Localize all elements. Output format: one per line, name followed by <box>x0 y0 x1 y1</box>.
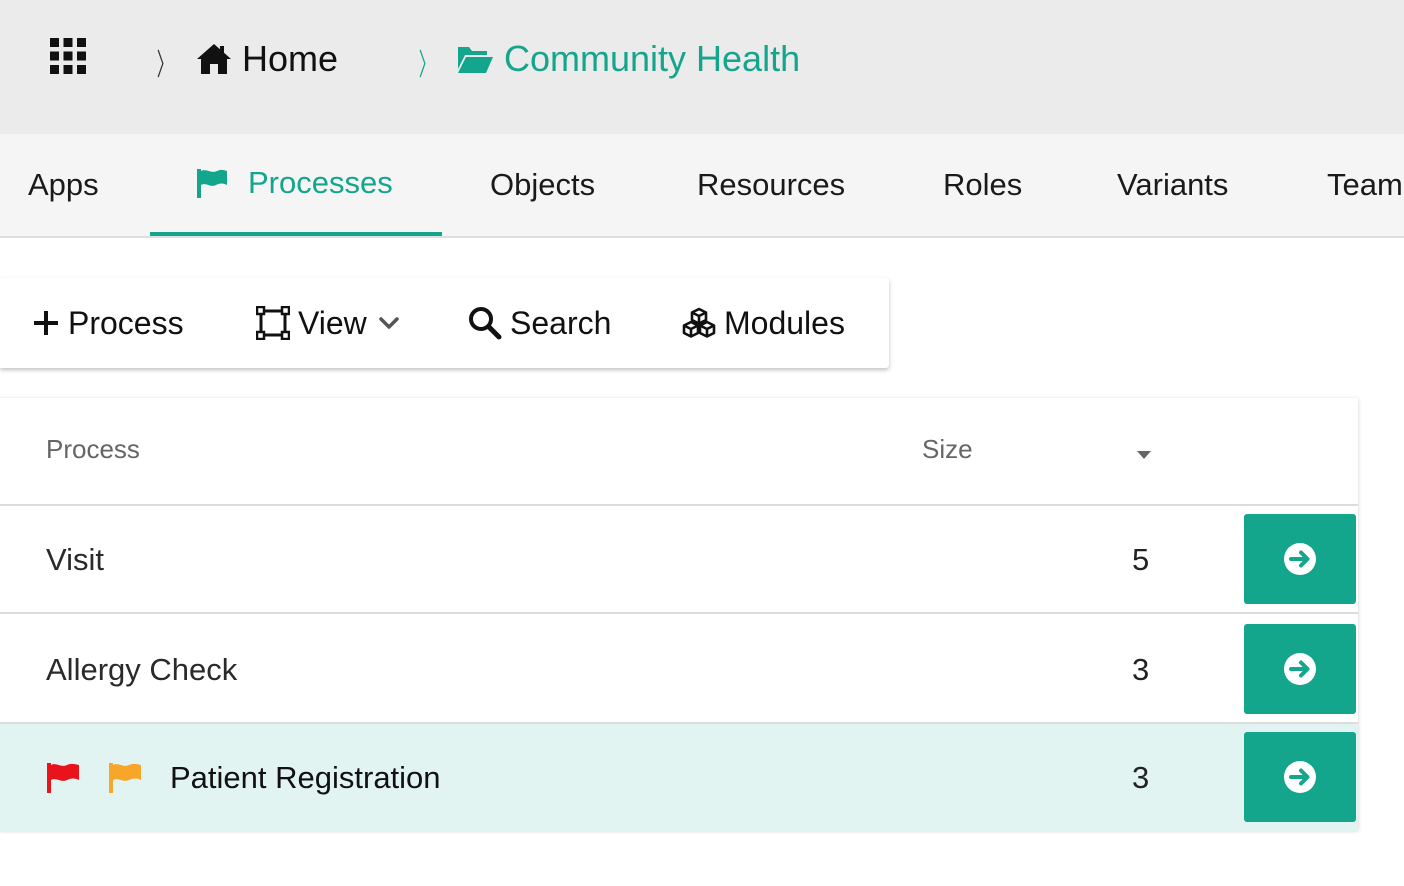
arrow-circle-right-icon <box>1284 761 1316 793</box>
view-dropdown-button[interactable]: View <box>256 278 407 368</box>
tab-team[interactable]: Team <box>1327 134 1404 236</box>
view-label: View <box>298 304 367 341</box>
cubes-icon <box>682 307 716 338</box>
open-process-button[interactable] <box>1244 624 1356 714</box>
column-header-process[interactable]: Process <box>46 434 140 465</box>
top-bar: 〉 Home 〉 Community Health <box>0 0 1404 134</box>
tab-roles[interactable]: Roles <box>943 134 1022 236</box>
open-process-button[interactable] <box>1244 732 1356 822</box>
tab-label: Processes <box>248 165 393 200</box>
process-name: Allergy Check <box>46 652 238 687</box>
breadcrumb-home-label: Home <box>242 38 339 79</box>
process-toolbar: Process View Search Modules <box>0 278 889 368</box>
breadcrumb-home[interactable]: Home <box>196 36 338 82</box>
apps-grid-icon[interactable] <box>50 38 86 74</box>
breadcrumb-current-label: Community Health <box>504 38 801 79</box>
process-size: 5 <box>1132 542 1150 577</box>
process-name-cell: Patient Registration <box>46 724 441 832</box>
expand-icon <box>256 306 290 340</box>
plus-icon <box>34 311 58 335</box>
open-process-button[interactable] <box>1244 514 1356 604</box>
flag-icon <box>197 169 227 198</box>
tab-apps[interactable]: Apps <box>28 134 99 236</box>
tab-resources[interactable]: Resources <box>697 134 845 236</box>
chevron-down-icon <box>379 317 399 329</box>
tab-label: Objects <box>490 167 596 202</box>
process-size: 3 <box>1132 652 1150 687</box>
tab-objects[interactable]: Objects <box>490 134 595 236</box>
table-row[interactable]: Patient Registration 3 <box>0 724 1358 832</box>
tab-processes[interactable]: Processes <box>150 134 442 236</box>
process-size: 3 <box>1132 760 1150 795</box>
tab-label: Resources <box>697 167 846 202</box>
breadcrumb-current[interactable]: Community Health <box>456 36 800 82</box>
tab-variants[interactable]: Variants <box>1117 134 1228 236</box>
red-flag-icon <box>46 762 80 794</box>
process-name: Patient Registration <box>170 760 441 795</box>
add-process-button[interactable]: Process <box>32 278 184 368</box>
table-row[interactable]: Allergy Check 3 <box>0 616 1358 724</box>
add-process-label: Process <box>68 304 184 341</box>
modules-label: Modules <box>724 304 845 341</box>
caret-down-icon[interactable] <box>1136 450 1152 460</box>
search-icon <box>469 307 502 340</box>
tab-label: Team <box>1327 167 1403 202</box>
tab-label: Apps <box>28 167 99 202</box>
arrow-circle-right-icon <box>1284 653 1316 685</box>
tab-bar: Apps Processes Objects Resources Roles V… <box>0 134 1404 238</box>
breadcrumb-separator-icon: 〉 <box>418 49 436 82</box>
modules-button[interactable]: Modules <box>682 278 845 368</box>
breadcrumb-separator-icon: 〉 <box>156 49 174 82</box>
tab-label: Variants <box>1117 167 1229 202</box>
folder-open-icon <box>458 47 493 73</box>
home-icon <box>197 44 231 74</box>
search-label: Search <box>510 304 612 341</box>
table-header: Process Size <box>0 398 1358 506</box>
column-header-size[interactable]: Size <box>922 434 973 465</box>
process-table: Process Size Visit 5 Allergy Check 3 Pat… <box>0 398 1358 832</box>
orange-flag-icon <box>108 762 142 794</box>
tab-label: Roles <box>943 167 1023 202</box>
table-row[interactable]: Visit 5 <box>0 506 1358 614</box>
process-name: Visit <box>46 542 105 577</box>
search-button[interactable]: Search <box>468 278 611 368</box>
arrow-circle-right-icon <box>1284 543 1316 575</box>
